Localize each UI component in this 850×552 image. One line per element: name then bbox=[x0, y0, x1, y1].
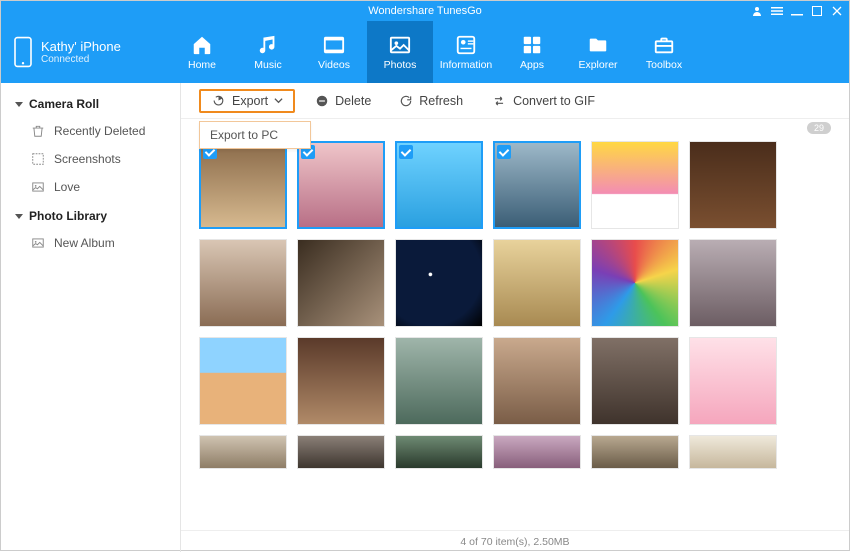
caret-down-icon bbox=[15, 102, 23, 107]
photo-thumbnail[interactable] bbox=[591, 435, 679, 469]
main: Export Export to PC Delete Refresh Conve… bbox=[181, 83, 849, 552]
photo-thumbnail[interactable] bbox=[493, 435, 581, 469]
photo-thumbnail[interactable] bbox=[199, 435, 287, 469]
user-icon[interactable] bbox=[751, 5, 763, 17]
tab-label: Music bbox=[254, 59, 281, 71]
titlebar: Wondershare TunesGo bbox=[1, 1, 849, 21]
tab-toolbox[interactable]: Toolbox bbox=[631, 21, 697, 83]
sidebar-group-photo-library[interactable]: Photo Library bbox=[1, 201, 180, 229]
photo-thumbnail[interactable] bbox=[689, 337, 777, 425]
tab-label: Home bbox=[188, 59, 216, 71]
tab-label: Explorer bbox=[578, 59, 617, 71]
tab-label: Photos bbox=[384, 59, 417, 71]
photo-thumbnail[interactable] bbox=[689, 239, 777, 327]
photo-thumbnail[interactable] bbox=[297, 337, 385, 425]
tab-music[interactable]: Music bbox=[235, 21, 301, 83]
sidebar-item-label: Screenshots bbox=[54, 152, 121, 166]
photo-thumbnail[interactable] bbox=[591, 337, 679, 425]
tab-explorer[interactable]: Explorer bbox=[565, 21, 631, 83]
date-count-badge: 29 bbox=[807, 122, 831, 134]
sidebar-item-label: Recently Deleted bbox=[54, 124, 145, 138]
refresh-label: Refresh bbox=[419, 94, 463, 108]
maximize-icon[interactable] bbox=[811, 5, 823, 17]
grid-row bbox=[199, 435, 837, 469]
sidebar-group-camera-roll[interactable]: Camera Roll bbox=[1, 89, 180, 117]
tab-photos[interactable]: Photos bbox=[367, 21, 433, 83]
convert-label: Convert to GIF bbox=[513, 94, 595, 108]
photo-thumbnail[interactable] bbox=[689, 435, 777, 469]
delete-label: Delete bbox=[335, 94, 371, 108]
photo-thumbnail[interactable] bbox=[199, 239, 287, 327]
check-icon bbox=[497, 145, 511, 159]
export-label: Export bbox=[232, 94, 268, 108]
close-icon[interactable] bbox=[831, 5, 843, 17]
tab-label: Toolbox bbox=[646, 59, 682, 71]
photo-thumbnail[interactable] bbox=[199, 141, 287, 229]
menu-icon[interactable] bbox=[771, 5, 783, 17]
tab-videos[interactable]: Videos bbox=[301, 21, 367, 83]
device-status: Connected bbox=[41, 54, 121, 65]
photo-thumbnail[interactable] bbox=[689, 141, 777, 229]
phone-icon bbox=[13, 36, 33, 68]
tab-home[interactable]: Home bbox=[169, 21, 235, 83]
convert-button[interactable]: Convert to GIF bbox=[483, 90, 603, 112]
titlebar-controls bbox=[751, 1, 843, 21]
tab-apps[interactable]: Apps bbox=[499, 21, 565, 83]
grid-row bbox=[199, 337, 837, 425]
device-text: Kathy' iPhone Connected bbox=[41, 39, 121, 65]
sidebar-item-screenshots[interactable]: Screenshots bbox=[1, 145, 180, 173]
grid-row bbox=[199, 141, 837, 229]
photo-thumbnail[interactable] bbox=[395, 239, 483, 327]
photo-thumbnail[interactable] bbox=[493, 239, 581, 327]
sidebar-item-label: New Album bbox=[54, 236, 115, 250]
grid-row bbox=[199, 239, 837, 327]
export-button[interactable]: Export bbox=[199, 89, 295, 113]
photo-grid bbox=[181, 137, 849, 530]
photo-thumbnail[interactable] bbox=[297, 141, 385, 229]
photo-thumbnail[interactable] bbox=[297, 435, 385, 469]
app-title: Wondershare TunesGo bbox=[368, 5, 482, 17]
status-bar: 4 of 70 item(s), 2.50MB bbox=[181, 530, 849, 552]
sidebar-group-label: Camera Roll bbox=[29, 97, 99, 111]
sidebar-group-label: Photo Library bbox=[29, 209, 107, 223]
sidebar: Camera Roll Recently Deleted Screenshots… bbox=[1, 83, 181, 552]
photo-thumbnail[interactable] bbox=[395, 337, 483, 425]
sidebar-item-label: Love bbox=[54, 180, 80, 194]
export-wrap: Export Export to PC bbox=[199, 89, 295, 113]
device-name: Kathy' iPhone bbox=[41, 39, 121, 54]
toolbar: Export Export to PC Delete Refresh Conve… bbox=[181, 83, 849, 119]
delete-button[interactable]: Delete bbox=[307, 90, 379, 112]
export-dropdown: Export to PC bbox=[199, 121, 311, 149]
photo-thumbnail[interactable] bbox=[591, 141, 679, 229]
photo-thumbnail[interactable] bbox=[297, 239, 385, 327]
photo-thumbnail[interactable] bbox=[395, 141, 483, 229]
tab-information[interactable]: Information bbox=[433, 21, 499, 83]
sidebar-item-love[interactable]: Love bbox=[1, 173, 180, 201]
check-icon bbox=[399, 145, 413, 159]
minimize-icon[interactable] bbox=[791, 5, 803, 17]
dropdown-export-to-pc[interactable]: Export to PC bbox=[200, 122, 310, 148]
tab-label: Videos bbox=[318, 59, 350, 71]
status-text: 4 of 70 item(s), 2.50MB bbox=[460, 536, 569, 548]
photo-thumbnail[interactable] bbox=[199, 337, 287, 425]
device-block[interactable]: Kathy' iPhone Connected bbox=[13, 36, 163, 68]
body: Camera Roll Recently Deleted Screenshots… bbox=[1, 83, 849, 552]
header: Kathy' iPhone Connected Home Music Video… bbox=[1, 21, 849, 83]
photo-thumbnail[interactable] bbox=[493, 337, 581, 425]
caret-down-icon bbox=[15, 214, 23, 219]
sidebar-item-recently-deleted[interactable]: Recently Deleted bbox=[1, 117, 180, 145]
sidebar-item-new-album[interactable]: New Album bbox=[1, 229, 180, 257]
photo-thumbnail[interactable] bbox=[395, 435, 483, 469]
photo-thumbnail[interactable] bbox=[493, 141, 581, 229]
tab-label: Information bbox=[440, 59, 493, 71]
refresh-button[interactable]: Refresh bbox=[391, 90, 471, 112]
photo-thumbnail[interactable] bbox=[591, 239, 679, 327]
tab-label: Apps bbox=[520, 59, 544, 71]
navtabs: Home Music Videos Photos Information App… bbox=[169, 21, 697, 83]
